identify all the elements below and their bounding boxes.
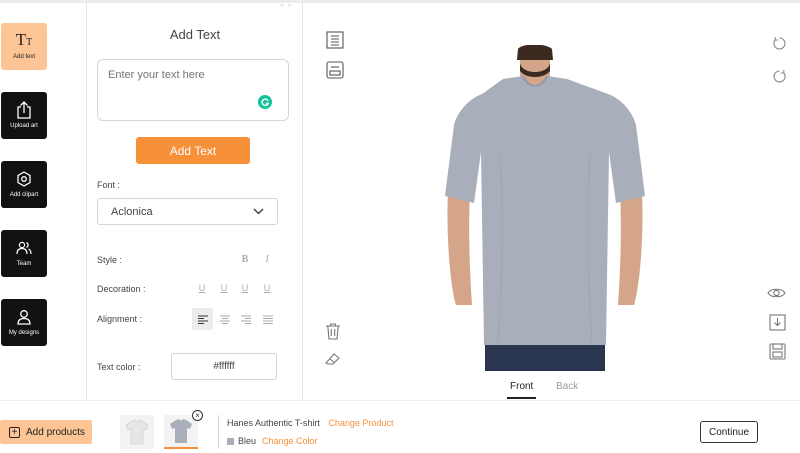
design-canvas: Front Back [303, 3, 800, 400]
overline-button[interactable]: U [216, 283, 232, 293]
style-label: Style : [97, 255, 123, 265]
align-justify-button[interactable] [257, 308, 278, 330]
product-info: Hanes Authentic T-shirt Change Product [227, 418, 393, 428]
tool-label: My designs [8, 330, 40, 336]
alignment-label: Alignment : [97, 314, 143, 324]
tshirt-thumb-icon [125, 419, 149, 445]
tool-add-clipart[interactable]: Add clipart [1, 161, 47, 208]
continue-button[interactable]: Continue [700, 421, 758, 443]
product-color-info: Bleu Change Color [227, 436, 318, 446]
align-left-button[interactable] [192, 308, 213, 330]
add-products-button[interactable]: + Add products [0, 420, 92, 444]
tab-front[interactable]: Front [506, 381, 537, 399]
underline-button[interactable]: U [194, 283, 210, 293]
panel-title: Add Text [169, 27, 221, 42]
strikethrough-button[interactable]: U [237, 283, 253, 293]
team-icon [15, 239, 33, 257]
eraser-icon[interactable] [323, 348, 343, 368]
tool-label: Add clipart [9, 192, 39, 198]
model-right-arm [618, 190, 643, 305]
align-center-button[interactable] [214, 308, 235, 330]
tool-upload-art[interactable]: Upload art [1, 92, 47, 139]
chevron-down-icon [253, 206, 264, 218]
redo-icon[interactable] [769, 66, 789, 86]
no-decoration-button[interactable]: U [259, 283, 275, 293]
change-product-link[interactable]: Change Product [328, 418, 393, 428]
text-color-label: Text color : [97, 362, 141, 372]
save-icon[interactable] [767, 341, 787, 361]
align-left-icon [197, 315, 208, 324]
align-right-button[interactable] [235, 308, 256, 330]
color-name: Bleu [238, 436, 257, 446]
color-swatch [227, 437, 234, 445]
footer-bar: + Add products × Hanes Authentic T-shirt… [0, 400, 800, 453]
model-left-arm [447, 190, 472, 305]
decoration-label: Decoration : [97, 284, 146, 294]
change-color-link[interactable]: Change Color [262, 436, 318, 446]
add-text-button[interactable]: Add Text [136, 137, 250, 164]
tshirt-mockup [445, 45, 645, 371]
text-color-input[interactable] [171, 353, 277, 380]
upload-icon [15, 101, 33, 119]
add-products-label: Add products [26, 426, 85, 438]
add-text-panel: ⌃⌃ Add Text Add Text Font : Aclonica Sty… [87, 3, 303, 400]
italic-button[interactable]: I [259, 254, 275, 265]
bold-button[interactable]: B [237, 254, 253, 265]
product-name: Hanes Authentic T-shirt [227, 418, 320, 428]
user-icon [15, 308, 33, 326]
font-label: Font : [97, 180, 121, 190]
grammarly-icon[interactable] [258, 95, 272, 109]
tshirt-body [445, 76, 645, 345]
footer-divider [218, 415, 219, 449]
tab-back[interactable]: Back [556, 381, 578, 392]
delete-icon[interactable] [323, 321, 343, 341]
text-input[interactable] [97, 59, 289, 121]
product-thumbnail-blue[interactable] [164, 415, 198, 449]
tool-rail: TT Add text Upload art Add clipart Team [0, 3, 87, 400]
preview-eye-icon[interactable] [766, 283, 786, 303]
align-justify-icon [262, 315, 273, 324]
plus-icon: + [9, 426, 20, 438]
layers-icon[interactable] [325, 30, 345, 50]
align-center-icon [219, 315, 230, 324]
model-hair [517, 45, 553, 60]
text-tool-icon: TT [15, 29, 33, 49]
undo-icon[interactable] [769, 33, 789, 53]
tool-label: Team [16, 261, 32, 267]
font-select-value: Aclonica [111, 205, 153, 218]
tool-label: Add text [12, 54, 35, 60]
tool-label: Upload art [10, 123, 38, 129]
tool-my-designs[interactable]: My designs [1, 299, 47, 346]
remove-product-icon[interactable]: × [192, 410, 203, 421]
tool-add-text[interactable]: TT Add text [1, 23, 47, 70]
tshirt-thumb-icon [170, 419, 192, 443]
tool-team[interactable]: Team [1, 230, 47, 277]
product-thumbnail-white[interactable] [120, 415, 154, 449]
template-icon[interactable] [325, 60, 345, 80]
clipart-icon [15, 170, 33, 188]
download-icon[interactable] [767, 312, 787, 332]
align-right-icon [240, 315, 251, 324]
collapse-handle-icon[interactable]: ⌃⌃ [279, 3, 294, 12]
font-select[interactable]: Aclonica [97, 198, 278, 225]
